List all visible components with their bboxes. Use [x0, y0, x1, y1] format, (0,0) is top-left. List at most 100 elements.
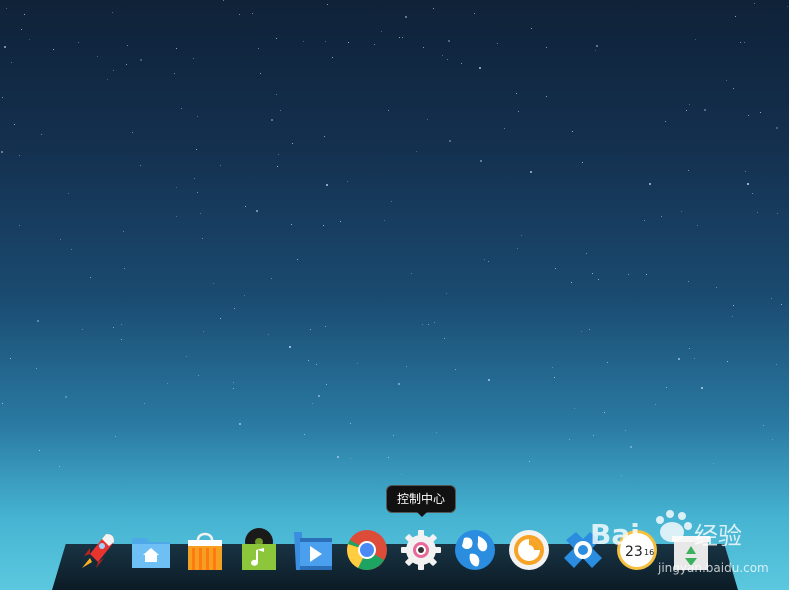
star: [14, 124, 15, 125]
star: [428, 324, 429, 325]
star: [688, 170, 689, 171]
globe-icon: [455, 530, 495, 570]
dock-item-music[interactable]: [238, 528, 280, 572]
star: [121, 339, 122, 340]
star: [233, 388, 234, 389]
star: [757, 212, 758, 213]
star: [555, 268, 556, 269]
star: [689, 104, 690, 105]
star: [595, 50, 596, 51]
star: [517, 248, 518, 249]
star: [132, 132, 133, 133]
star: [19, 155, 20, 156]
star: [220, 165, 221, 166]
star: [401, 474, 402, 475]
star: [529, 461, 530, 462]
star: [697, 225, 698, 226]
star: [186, 356, 187, 357]
star: [10, 358, 11, 359]
dock-item-app-store[interactable]: [184, 528, 226, 572]
star: [2, 403, 3, 404]
star: [276, 94, 277, 95]
star: [280, 110, 281, 111]
star: [325, 41, 326, 42]
dock-item-file-manager[interactable]: [130, 528, 172, 572]
star: [144, 403, 145, 404]
star: [4, 46, 6, 48]
star: [593, 435, 594, 436]
dock-item-screenshot[interactable]: [562, 528, 604, 572]
star: [461, 63, 462, 64]
star: [167, 383, 168, 384]
star: [234, 308, 235, 309]
star: [732, 316, 733, 317]
star: [727, 361, 728, 362]
star: [646, 274, 647, 275]
star: [448, 40, 450, 42]
star: [686, 110, 687, 111]
star: [625, 430, 626, 431]
star: [760, 112, 761, 113]
star: [291, 224, 292, 225]
star: [726, 80, 727, 81]
star: [310, 329, 311, 330]
star: [713, 463, 714, 464]
star: [198, 375, 199, 376]
dock-item-control-center[interactable]: [400, 528, 442, 572]
star: [589, 329, 590, 330]
star: [701, 387, 703, 389]
dock-item-camera[interactable]: [508, 528, 550, 572]
star: [196, 149, 197, 150]
star: [607, 362, 608, 363]
star: [59, 466, 60, 467]
star: [348, 42, 349, 43]
star: [193, 58, 194, 59]
star: [695, 39, 696, 40]
star: [327, 4, 328, 5]
star: [90, 277, 91, 278]
star: [337, 456, 339, 458]
star: [411, 273, 412, 274]
star: [374, 44, 375, 45]
gear-icon: [401, 530, 441, 570]
dock-item-launcher[interactable]: [76, 528, 118, 572]
star: [60, 239, 61, 240]
star: [24, 14, 25, 15]
dock-item-clock[interactable]: 23 16: [616, 528, 658, 572]
scissors-icon: [564, 532, 602, 568]
star: [521, 235, 522, 236]
star: [107, 79, 108, 80]
star: [733, 305, 734, 306]
star: [202, 238, 203, 239]
star: [140, 59, 142, 61]
star: [488, 379, 490, 381]
star: [531, 28, 532, 29]
star: [121, 324, 122, 325]
star: [398, 383, 400, 385]
star: [592, 273, 593, 274]
star: [115, 436, 116, 437]
star: [316, 364, 317, 365]
star: [271, 278, 272, 279]
star: [546, 47, 547, 48]
star: [127, 45, 128, 46]
star: [181, 108, 182, 109]
star: [324, 136, 325, 137]
star: [554, 377, 555, 378]
star: [39, 450, 40, 451]
star: [41, 134, 42, 135]
star: [479, 67, 481, 69]
dock-item-chrome[interactable]: [346, 528, 388, 572]
star: [297, 259, 298, 260]
star: [388, 110, 389, 111]
star: [787, 6, 788, 7]
star: [484, 259, 485, 260]
star: [357, 363, 358, 364]
star: [19, 225, 20, 226]
star: [325, 326, 326, 327]
chrome-icon: [347, 530, 387, 570]
star: [747, 183, 749, 185]
star: [571, 282, 572, 283]
dock-item-video[interactable]: [292, 528, 334, 572]
dock-item-browser[interactable]: [454, 528, 496, 572]
